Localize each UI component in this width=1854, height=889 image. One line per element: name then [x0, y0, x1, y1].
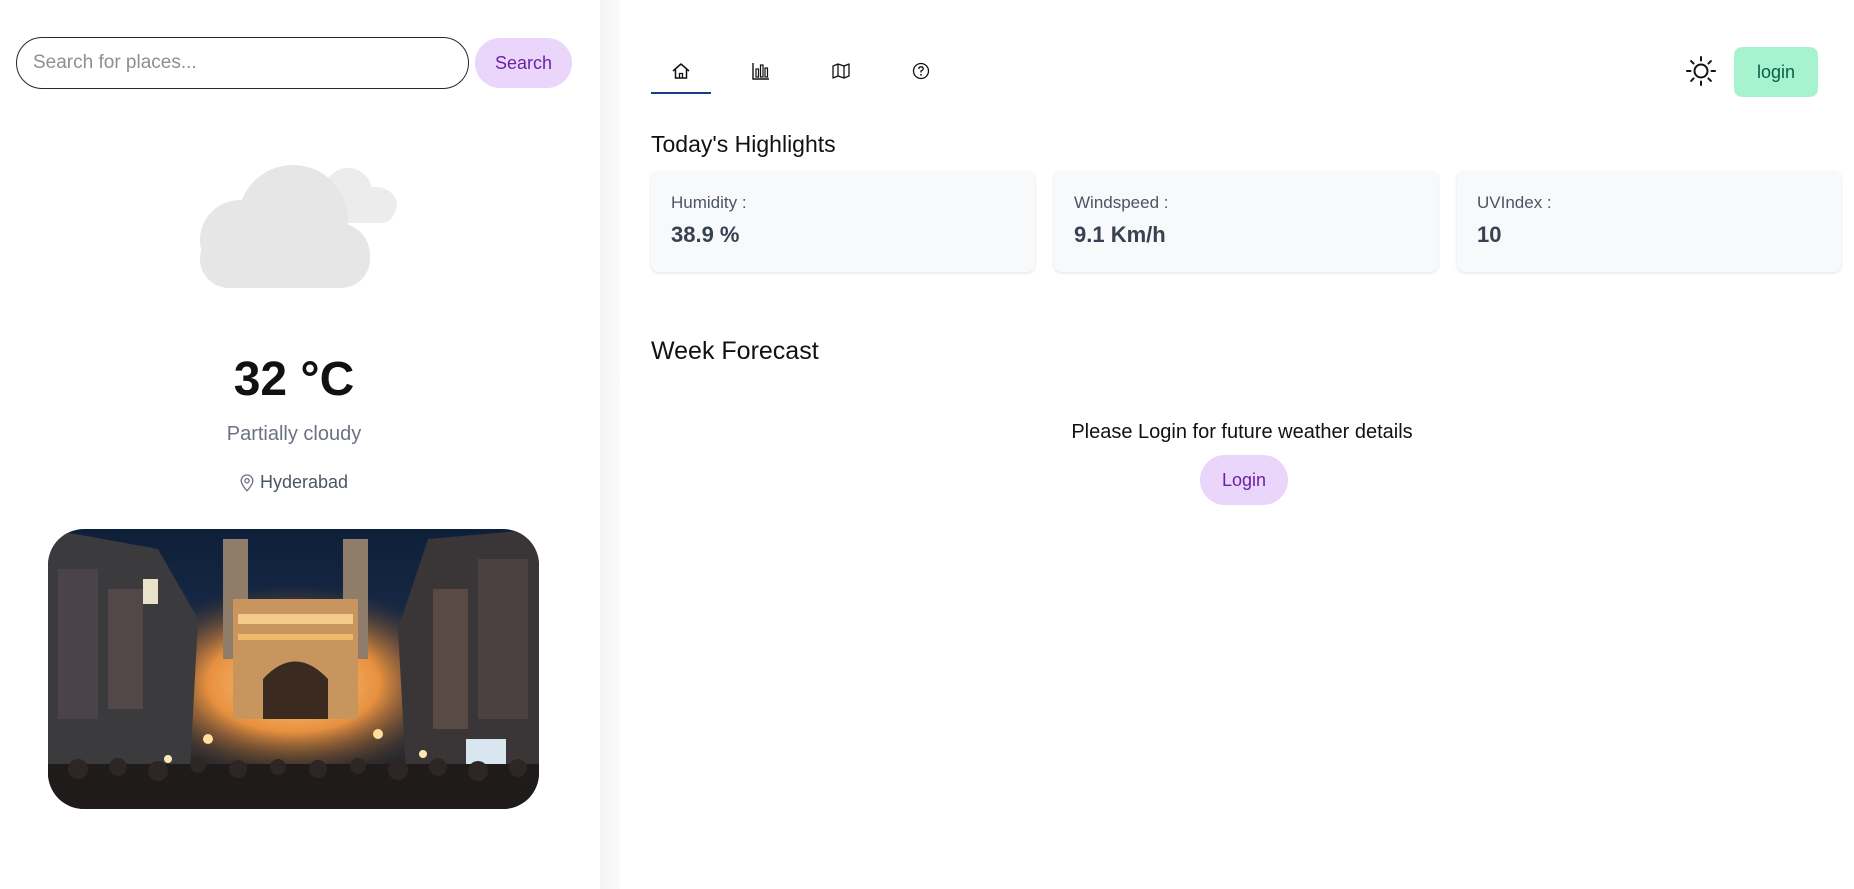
map-icon	[832, 63, 850, 79]
windspeed-card: Windspeed : 9.1 Km/h	[1054, 171, 1438, 272]
windspeed-value: 9.1 Km/h	[1074, 222, 1166, 247]
humidity-value: 38.9 %	[671, 222, 740, 247]
location: Hyderabad	[0, 472, 588, 493]
weather-condition: Partially cloudy	[226, 423, 362, 445]
humidity-card: Humidity : 38.9 %	[651, 171, 1035, 272]
search-button[interactable]: Search	[475, 38, 572, 88]
humidity-label: Humidity :	[671, 193, 747, 212]
forecast-login-button[interactable]: Login	[1200, 455, 1288, 505]
login-button[interactable]: login	[1734, 47, 1818, 97]
location-name: Hyderabad	[259, 472, 349, 492]
cloud-icon	[200, 165, 397, 288]
uvindex-card: UVIndex : 10	[1457, 171, 1841, 272]
forecast-login-message: Please Login for future weather details	[1071, 421, 1413, 443]
temperature-value: 32 °C	[233, 353, 355, 406]
tab-help[interactable]	[891, 50, 951, 92]
sun-icon[interactable]	[1685, 55, 1717, 87]
nav-tabs	[651, 50, 971, 94]
highlights-title: Today's Highlights	[651, 131, 836, 157]
map-pin-icon	[240, 473, 254, 492]
tab-home[interactable]	[651, 50, 711, 94]
tab-charts[interactable]	[731, 50, 791, 92]
tab-map[interactable]	[811, 50, 871, 92]
uvindex-label: UVIndex :	[1477, 193, 1552, 212]
windspeed-label: Windspeed :	[1074, 193, 1169, 212]
forecast-title: Week Forecast	[651, 337, 819, 365]
city-photo	[48, 529, 539, 809]
highlight-cards: Humidity : 38.9 % Windspeed : 9.1 Km/h U…	[651, 171, 1854, 272]
main-panel: login Today's Highlights Humidity : 38.9…	[620, 0, 1854, 889]
search-input[interactable]	[16, 37, 469, 89]
panel-divider	[600, 0, 620, 889]
help-icon	[912, 62, 930, 80]
search-bar: Search	[16, 37, 572, 89]
home-icon	[672, 63, 690, 79]
uvindex-value: 10	[1477, 222, 1502, 247]
chart-icon	[752, 63, 769, 80]
left-panel: Search 32 °C Partially cloudy Hyderabad	[0, 0, 600, 889]
